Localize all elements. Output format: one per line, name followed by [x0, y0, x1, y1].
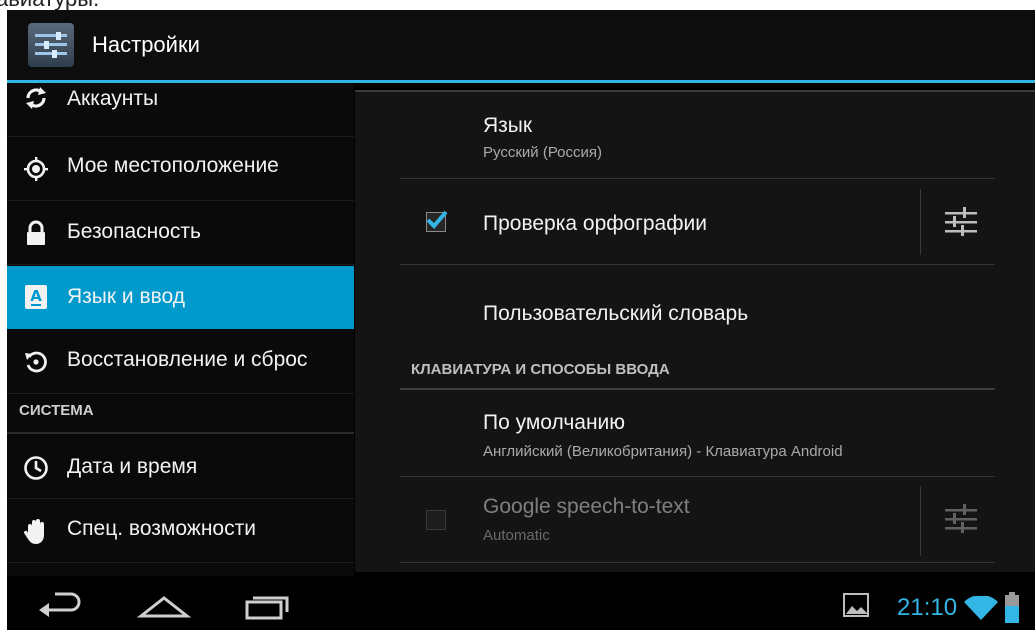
sync-icon	[21, 83, 51, 113]
pref-google-speech[interactable]: Google speech-to-text Automatic	[400, 477, 920, 562]
location-icon	[21, 154, 51, 184]
wifi-icon	[963, 594, 999, 622]
gallery-notification-icon[interactable]	[842, 592, 870, 618]
sidebar-item-label: Язык и ввод	[67, 285, 186, 308]
pref-user-dictionary[interactable]: Пользовательский словарь	[400, 265, 995, 350]
pref-language[interactable]: Язык Русский (Россия)	[400, 92, 995, 178]
sidebar-item-security[interactable]: Безопасность	[7, 201, 354, 265]
sidebar-item-label: Дата и время	[67, 455, 198, 478]
restore-icon	[21, 347, 51, 377]
spell-check-settings-icon[interactable]	[943, 205, 979, 239]
home-icon	[136, 596, 192, 618]
sidebar-item-label: Восстановление и сброс	[67, 348, 308, 371]
sidebar-item-location[interactable]: Мое местоположение	[7, 137, 354, 201]
back-button[interactable]	[35, 590, 87, 620]
sidebar-item-accounts[interactable]: Аккаунты	[7, 83, 354, 137]
back-icon	[39, 592, 81, 617]
sidebar-item-label: Безопасность	[67, 220, 201, 243]
lock-icon	[21, 218, 51, 248]
action-bar: Настройки	[7, 10, 1035, 83]
pref-summary: Automatic	[483, 527, 550, 544]
pref-spell-check[interactable]: Проверка орфографии	[400, 179, 920, 264]
vertical-divider	[920, 189, 921, 255]
recent-apps-icon	[245, 596, 289, 620]
pref-summary: Русский (Россия)	[483, 144, 603, 161]
google-speech-checkbox[interactable]	[426, 510, 446, 530]
sidebar-item-label: Аккаунты	[67, 87, 159, 110]
category-header-keyboard: КЛАВИАТУРА И СПОСОБЫ ВВОДА	[411, 361, 670, 378]
partial-icon	[21, 567, 51, 576]
language-input-panel: Язык Русский (Россия) Проверка орфографи…	[355, 90, 1035, 572]
battery-icon	[1004, 592, 1020, 624]
sidebar-item-backup-reset[interactable]: Восстановление и сброс	[7, 330, 354, 394]
clock-icon	[21, 453, 51, 483]
svg-text:A: A	[30, 287, 42, 305]
section-header-system: СИСТЕМА	[7, 394, 354, 434]
spell-check-checkbox[interactable]	[426, 210, 448, 232]
settings-sliders-icon[interactable]	[28, 23, 74, 67]
sidebar-item-label: Мое местоположение	[67, 154, 279, 177]
settings-sidebar: Аккаунты Мое местоположение Безопасность…	[7, 83, 354, 576]
pref-summary: Английский (Великобритания) - Клавиатура…	[483, 443, 843, 460]
recent-apps-button[interactable]	[243, 590, 293, 620]
sidebar-item-date-time[interactable]: Дата и время	[7, 435, 354, 499]
keyboard-a-icon: A	[21, 282, 51, 312]
google-speech-settings-icon[interactable]	[943, 502, 979, 536]
vertical-divider	[920, 486, 921, 556]
pref-title: Google speech-to-text	[483, 495, 690, 518]
caption-fragment: авиатуры.	[0, 0, 1035, 10]
pref-title: Язык	[483, 114, 533, 137]
pref-default-input[interactable]: По умолчанию Английский (Великобритания)…	[400, 390, 995, 475]
pref-title: По умолчанию	[483, 411, 626, 434]
status-time: 21:10	[897, 594, 958, 621]
system-bar: 21:10	[7, 576, 1035, 630]
pref-title: Проверка орфографии	[483, 212, 707, 235]
sidebar-item-label: Спец. возможности	[67, 517, 256, 540]
sidebar-item-language[interactable]: A Язык и ввод	[7, 266, 354, 329]
pref-title: Пользовательский словарь	[483, 302, 749, 325]
sidebar-item-accessibility[interactable]: Спец. возможности	[7, 499, 354, 563]
divider	[400, 562, 995, 563]
hand-icon	[21, 516, 51, 546]
page-title: Настройки	[92, 32, 200, 57]
home-button[interactable]	[136, 592, 192, 620]
android-screen: Настройки Аккаунты Мое местоположение Бе…	[7, 10, 1035, 630]
